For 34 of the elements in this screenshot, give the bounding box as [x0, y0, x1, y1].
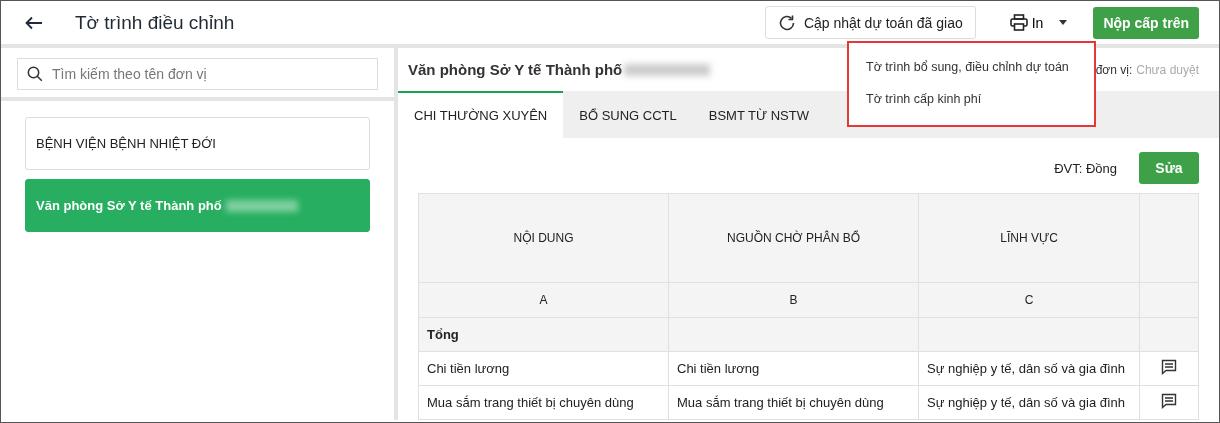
menu-item[interactable]: Tờ trình bổ sung, điều chỉnh dự toán — [849, 51, 1094, 83]
update-button[interactable]: Cập nhật dự toán đã giao — [764, 6, 976, 39]
unit-item[interactable]: BỆNH VIỆN BỆNH NHIỆT ĐỚI — [25, 117, 370, 170]
unit-label: ĐVT: Đồng — [1054, 160, 1117, 176]
table-cell: B — [668, 282, 919, 318]
unit-title: Văn phòng Sở Y tế Thành phố — [408, 61, 623, 79]
comment-icon — [1161, 393, 1177, 409]
print-button[interactable]: In — [1009, 14, 1068, 31]
column-header: NGUỒN CHỜ PHÂN BỔ — [668, 193, 919, 283]
status-value: Chưa duyệt — [1136, 62, 1199, 77]
table-cell: Sự nghiệp y tế, dân số và gia đình — [918, 351, 1140, 386]
table-cell: Tổng — [418, 317, 669, 352]
column-header: NỘI DUNG — [418, 193, 669, 283]
table-cell: Chi tiền lương — [668, 351, 919, 386]
status-label: đơn vị: — [1095, 62, 1133, 77]
comment-icon — [1161, 359, 1177, 375]
table-cell — [1139, 282, 1199, 318]
tab[interactable]: BSMT TỪ NSTW — [692, 91, 825, 138]
tab[interactable]: BỔ SUNG CCTL — [563, 91, 693, 138]
printer-icon — [1009, 14, 1028, 31]
table-cell: Mua sắm trang thiết bị chuyên dùng — [418, 385, 669, 420]
table-cell: Chi tiền lương — [418, 351, 669, 386]
table-cell: Sự nghiệp y tế, dân số và gia đình — [918, 385, 1140, 420]
tab[interactable]: CHI THƯỜNG XUYÊN — [398, 91, 564, 138]
caret-icon — [1059, 20, 1068, 25]
column-header: LĨNH VỰC — [918, 193, 1140, 283]
menu-item[interactable]: Tờ trình cấp kinh phí — [849, 83, 1094, 115]
search-field[interactable]: Tìm kiếm theo tên đơn vị — [17, 58, 378, 90]
refresh-icon — [777, 13, 796, 32]
table-cell: Mua sắm trang thiết bị chuyên dùng — [668, 385, 919, 420]
table-cell: C — [918, 282, 1140, 318]
back-arrow-icon — [25, 15, 43, 30]
table-cell: A — [418, 282, 669, 318]
page-title: Tờ trình điều chỉnh — [75, 11, 235, 34]
